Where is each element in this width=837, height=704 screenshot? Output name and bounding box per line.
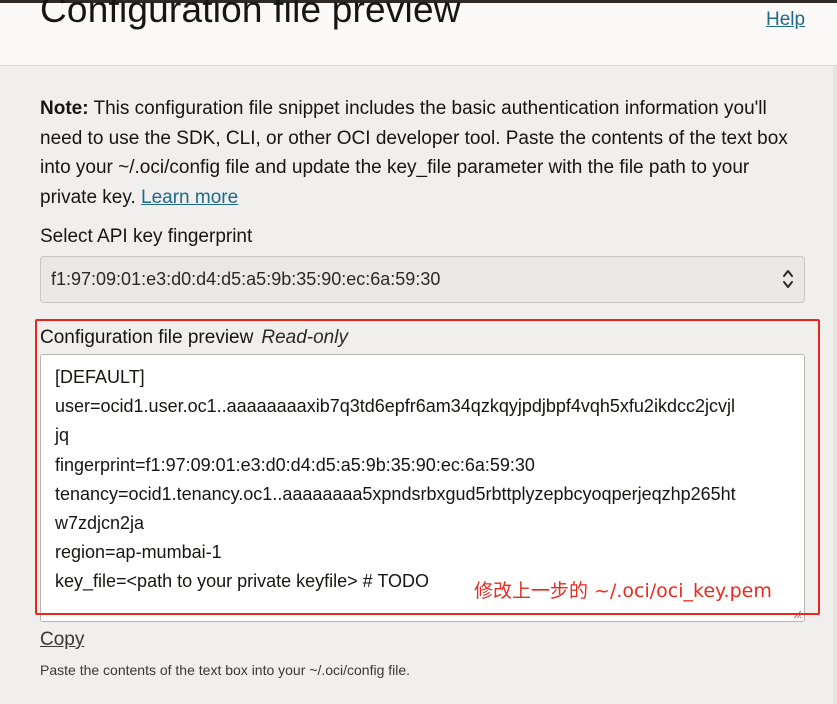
config-preview-label-text: Configuration file preview (40, 327, 254, 348)
scrollbar[interactable] (833, 66, 837, 704)
config-line-tenancy-cont: w7zdjcn2ja (55, 513, 145, 534)
resize-grip-icon[interactable] (792, 609, 802, 619)
learn-more-link[interactable]: Learn more (141, 187, 238, 208)
note-paragraph: Note: This configuration file snippet in… (40, 94, 800, 212)
copy-link[interactable]: Copy (40, 629, 84, 651)
note-label: Note: (40, 98, 89, 119)
annotation-text: 修改上一步的 ~/.oci/oci_key.pem (474, 580, 772, 602)
config-preview-panel: Configuration file preview Help Note: Th… (0, 0, 837, 704)
config-text: [DEFAULT] user=ocid1.user.oc1..aaaaaaaax… (55, 363, 800, 597)
config-line-user-cont: jq (55, 425, 70, 446)
fingerprint-select-value: f1:97:09:01:e3:d0:d4:d5:a5:9b:35:90:ec:6… (51, 269, 441, 289)
readonly-tag: Read-only (261, 327, 348, 348)
paste-help-text: Paste the contents of the text box into … (40, 662, 411, 678)
config-line-fingerprint: fingerprint=f1:97:09:01:e3:d0:d4:d5:a5:9… (55, 454, 535, 475)
config-line-default: [DEFAULT] (55, 367, 145, 387)
config-preview-label: Configuration file preview Read-only (40, 327, 348, 349)
help-link[interactable]: Help (766, 9, 805, 31)
fingerprint-select[interactable]: f1:97:09:01:e3:d0:d4:d5:a5:9b:35:90:ec:6… (40, 256, 805, 303)
up-down-chevron-icon (783, 270, 793, 288)
panel-header: Configuration file preview Help (0, 0, 837, 66)
page-title: Configuration file preview (40, 0, 461, 30)
config-line-user: user=ocid1.user.oc1..aaaaaaaaxib7q3td6ep… (55, 396, 735, 417)
fingerprint-select-label: Select API key fingerprint (40, 226, 253, 247)
config-line-tenancy: tenancy=ocid1.tenancy.oc1..aaaaaaaa5xpnd… (55, 483, 736, 504)
config-line-region: region=ap-mumbai-1 (55, 542, 222, 563)
